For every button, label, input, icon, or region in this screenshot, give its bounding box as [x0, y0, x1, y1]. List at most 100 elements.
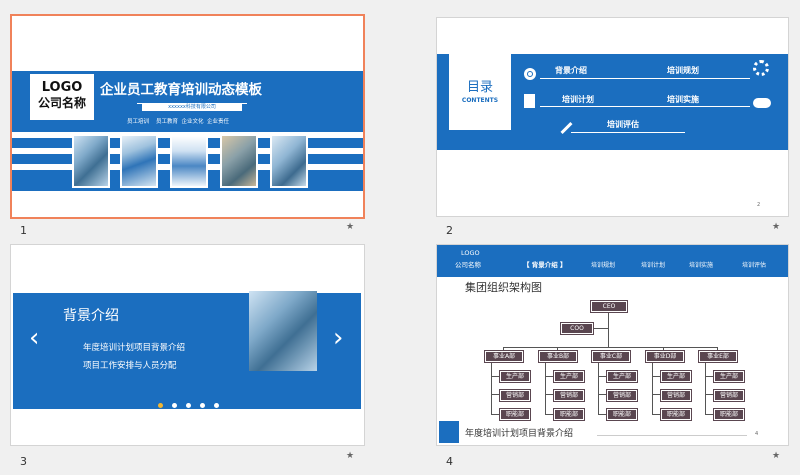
- connector-line: [705, 414, 714, 415]
- animation-star-icon[interactable]: ★: [346, 222, 354, 232]
- intro-line: 年度培训计划项目背景介绍: [83, 343, 186, 353]
- org-node-unit: 营销部: [500, 390, 530, 401]
- pagination-dot[interactable]: [186, 403, 191, 408]
- connector-line: [491, 414, 500, 415]
- page-number: 4: [755, 431, 759, 437]
- org-node-unit: 营销部: [607, 390, 637, 401]
- connector-line: [545, 414, 554, 415]
- nav-item[interactable]: 培训计划: [641, 260, 665, 269]
- pagination-dot[interactable]: [214, 403, 219, 408]
- divider-line: [540, 78, 750, 79]
- photo-thumbnail: [72, 134, 110, 188]
- nav-item[interactable]: 培训实施: [689, 260, 713, 269]
- org-node-department: 事业D部: [646, 351, 684, 362]
- nav-item[interactable]: 培训规划: [591, 260, 615, 269]
- gamepad-icon: [753, 98, 771, 108]
- tag: 企业责任: [207, 119, 230, 125]
- company-label: xxxxxx科技有限公司: [142, 104, 242, 111]
- connector-line: [652, 394, 661, 395]
- slide-number: 4: [446, 455, 453, 468]
- org-node-unit: 职能部: [554, 409, 584, 420]
- logo-box: LOGO 公司名称: [30, 74, 94, 120]
- contents-box: 目录 CONTENTS: [449, 54, 511, 130]
- contents-subtitle: CONTENTS: [461, 97, 499, 104]
- nav-item[interactable]: 培训评估: [742, 260, 766, 269]
- animation-star-icon[interactable]: ★: [346, 451, 354, 461]
- org-node-unit: 营销部: [661, 390, 691, 401]
- org-node-department: 事业B部: [539, 351, 577, 362]
- org-node-unit: 职能部: [714, 409, 744, 420]
- connector-line: [491, 359, 492, 415]
- photo-caption: 培训实施: [226, 200, 251, 207]
- connector-line: [598, 376, 607, 377]
- org-node-unit: 生产部: [554, 371, 584, 382]
- org-node-ceo: CEO: [591, 301, 627, 312]
- intro-line: 项目工作安排与人员分配: [83, 361, 177, 371]
- building-photo: [249, 291, 317, 371]
- next-arrow-icon[interactable]: ›: [333, 325, 343, 351]
- connector-line: [652, 359, 653, 415]
- footer-marker: [439, 421, 459, 443]
- slide-thumbnail-1[interactable]: LOGO 公司名称 企业员工教育培训动态模板 xxxxxx科技有限公司 员工培训…: [10, 14, 365, 219]
- connector-line: [491, 376, 500, 377]
- gear-icon: [753, 60, 769, 76]
- org-node-unit: 生产部: [661, 371, 691, 382]
- section-title: 背景介绍: [63, 308, 119, 324]
- contents-item[interactable]: 背景介绍: [555, 65, 587, 76]
- pagination-dot[interactable]: [200, 403, 205, 408]
- org-node-department: 事业A部: [485, 351, 523, 362]
- connector-line: [545, 359, 546, 415]
- document-icon: [524, 94, 535, 108]
- connector-line: [598, 359, 599, 415]
- connector-line: [598, 414, 607, 415]
- divider-line: [571, 132, 685, 133]
- org-node-unit: 营销部: [554, 390, 584, 401]
- slide-thumbnail-4[interactable]: LOGO 公司名称 【 背景介绍 】 培训规划 培训计划 培训实施 培训评估 集…: [436, 244, 789, 446]
- nav-item-active[interactable]: 【 背景介绍 】: [523, 259, 567, 269]
- org-node-unit: 职能部: [661, 409, 691, 420]
- footer-rule: [597, 435, 747, 436]
- animation-star-icon[interactable]: ★: [772, 222, 780, 232]
- contents-item[interactable]: 培训评估: [607, 119, 639, 130]
- target-icon: [524, 68, 536, 80]
- slide-number: 1: [20, 224, 27, 237]
- org-node-unit: 职能部: [607, 409, 637, 420]
- pagination-dot-active[interactable]: [158, 403, 163, 408]
- page-title: 企业员工教育培训动态模板: [100, 82, 262, 98]
- slide-number: 2: [446, 224, 453, 237]
- photo-caption: 培训评估: [276, 200, 301, 207]
- connector-line: [705, 376, 714, 377]
- connector-line: [652, 414, 661, 415]
- connector-line: [705, 359, 706, 415]
- contents-title: 目录: [466, 80, 493, 95]
- tag: 员工教育: [156, 119, 179, 125]
- photo-caption: 培训规划: [126, 200, 151, 207]
- pagination-dot[interactable]: [172, 403, 177, 408]
- org-node-unit: 营销部: [714, 390, 744, 401]
- logo-text: LOGO: [461, 249, 480, 257]
- slide-number: 3: [20, 455, 27, 468]
- org-node-unit: 生产部: [714, 371, 744, 382]
- slide-thumbnail-2[interactable]: 目录 CONTENTS 背景介绍 培训规划 培训计划 培训实施 培训评估 2: [436, 17, 789, 217]
- org-node-coo: COO: [561, 323, 593, 334]
- photo-caption: 背景介绍: [78, 200, 103, 207]
- company-name: 公司名称: [455, 261, 481, 269]
- contents-item[interactable]: 培训规划: [667, 65, 699, 76]
- chart-heading: 集团组织架构图: [465, 281, 542, 294]
- photo-thumbnail: [170, 134, 208, 188]
- contents-item[interactable]: 培训计划: [562, 94, 594, 105]
- connector-line: [545, 376, 554, 377]
- contents-item[interactable]: 培训实施: [667, 94, 699, 105]
- photo-thumbnail: [120, 134, 158, 188]
- photo-thumbnail: [220, 134, 258, 188]
- connector-line: [545, 394, 554, 395]
- connector-line: [652, 376, 661, 377]
- org-node-unit: 职能部: [500, 409, 530, 420]
- slide-thumbnail-3[interactable]: 背景介绍 年度培训计划项目背景介绍 项目工作安排与人员分配 ‹ ›: [10, 244, 365, 446]
- org-node-department: 事业C部: [592, 351, 630, 362]
- page-number: 2: [757, 202, 761, 208]
- prev-arrow-icon[interactable]: ‹: [29, 325, 39, 351]
- connector-line: [591, 328, 608, 329]
- photo-thumbnail: [270, 134, 308, 188]
- animation-star-icon[interactable]: ★: [772, 451, 780, 461]
